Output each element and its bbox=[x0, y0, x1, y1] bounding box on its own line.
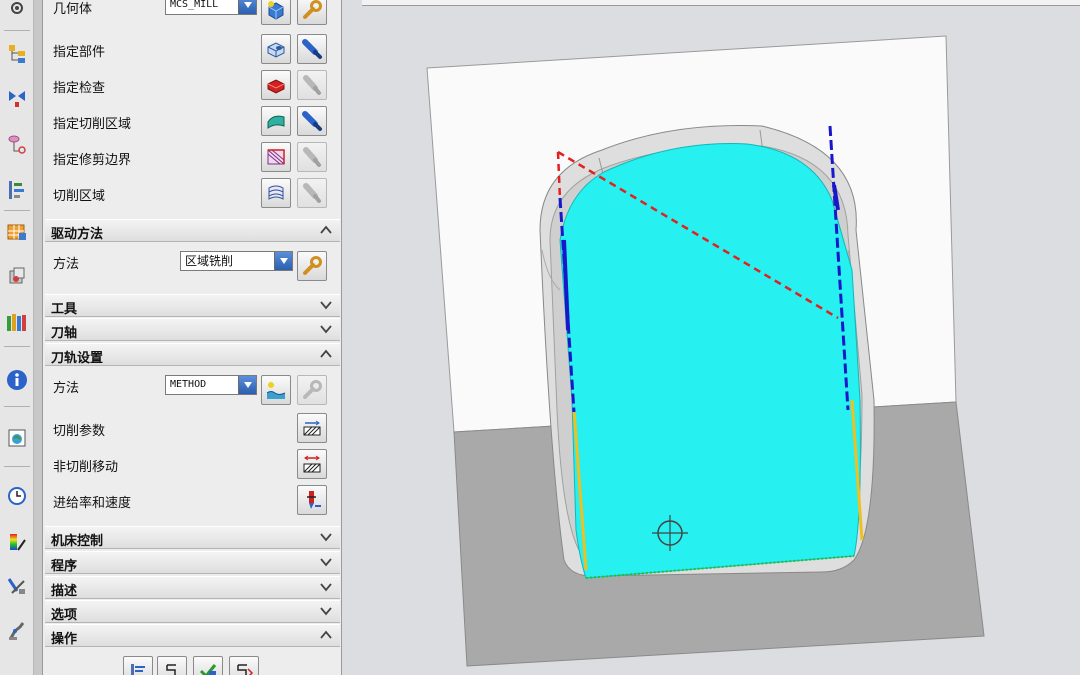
specify-check-button[interactable] bbox=[261, 70, 291, 100]
feeds-speeds-label: 进给率和速度 bbox=[53, 496, 132, 511]
chevron-down-icon bbox=[320, 325, 332, 334]
generate-button[interactable] bbox=[123, 656, 153, 675]
tool-axis-section-header[interactable]: 刀轴 bbox=[45, 318, 340, 341]
simulation-icon[interactable] bbox=[3, 572, 31, 600]
feeds-speeds-row: 进给率和速度 bbox=[43, 484, 341, 518]
edit-geometry-button[interactable] bbox=[297, 0, 327, 25]
display-check-button[interactable] bbox=[297, 70, 327, 100]
drive-method-row: 方法 区域铣削 bbox=[43, 246, 341, 288]
geometry-row: 几何体 MCS_MILL bbox=[43, 0, 341, 28]
display-part-button[interactable] bbox=[297, 34, 327, 64]
new-method-button[interactable] bbox=[261, 375, 291, 405]
new-geometry-button[interactable] bbox=[261, 0, 291, 25]
program-order-view-icon[interactable] bbox=[3, 40, 31, 68]
feeds-speeds-button[interactable] bbox=[297, 485, 327, 515]
edit-method-button[interactable] bbox=[297, 375, 327, 405]
tool-axis-section-title: 刀轴 bbox=[51, 326, 78, 341]
resource-bar bbox=[0, 0, 34, 675]
drive-method-title: 驱动方法 bbox=[51, 227, 104, 242]
specify-cut-area-row: 指定切削区域 bbox=[43, 105, 341, 139]
program-title: 程序 bbox=[51, 559, 78, 574]
geometry-select-value: MCS_MILL bbox=[170, 0, 219, 10]
chevron-down-icon bbox=[274, 252, 292, 270]
chevron-down-icon bbox=[320, 301, 332, 310]
specify-part-row: 指定部件 bbox=[43, 33, 341, 67]
toolpath-settings-title: 刀轨设置 bbox=[51, 351, 104, 366]
specify-cut-area-button[interactable] bbox=[261, 106, 291, 136]
display-trim-boundary-button[interactable] bbox=[297, 142, 327, 172]
specify-cut-area-label: 指定切削区域 bbox=[53, 117, 132, 132]
operation-dialog: 几何体 MCS_MILL 指定部件 指定检查 指定切削区域 指定修剪边界 切削区… bbox=[42, 0, 342, 675]
edit-drive-method-button[interactable] bbox=[297, 251, 327, 281]
drive-method-section-header[interactable]: 驱动方法 bbox=[45, 219, 340, 242]
library-icon[interactable] bbox=[3, 308, 31, 336]
toolpath-settings-section-header[interactable]: 刀轨设置 bbox=[45, 343, 340, 366]
chevron-down-icon bbox=[320, 583, 332, 592]
operation-title: 操作 bbox=[51, 632, 78, 647]
drive-method-label: 方法 bbox=[53, 257, 80, 272]
cut-region-surface bbox=[559, 143, 861, 579]
geometry-view-icon[interactable] bbox=[3, 130, 31, 158]
chevron-down-icon bbox=[320, 558, 332, 567]
replay-button[interactable] bbox=[157, 656, 187, 675]
tool-section-header[interactable]: 工具 bbox=[45, 294, 340, 317]
toolpath-method-select-value: METHOD bbox=[170, 379, 207, 390]
verify-button[interactable] bbox=[193, 656, 223, 675]
toolpath-method-select[interactable]: METHOD bbox=[165, 375, 257, 395]
specify-trim-boundary-row: 指定修剪边界 bbox=[43, 141, 341, 175]
cut-region-row: 切削区域 bbox=[43, 177, 341, 211]
operation-section-header[interactable]: 操作 bbox=[45, 624, 340, 647]
description-title: 描述 bbox=[51, 584, 78, 599]
description-section-header[interactable]: 描述 bbox=[45, 576, 340, 599]
gear-icon[interactable] bbox=[3, 0, 31, 22]
specify-trim-boundary-button[interactable] bbox=[261, 142, 291, 172]
drive-method-select-value: 区域铣削 bbox=[185, 254, 234, 268]
web-browser-icon[interactable] bbox=[3, 424, 31, 452]
non-cutting-moves-label: 非切削移动 bbox=[53, 460, 119, 475]
chevron-down-icon bbox=[320, 607, 332, 616]
options-title: 选项 bbox=[51, 608, 78, 623]
chevron-down-icon bbox=[238, 376, 256, 394]
toolpath-method-label: 方法 bbox=[53, 381, 80, 396]
drive-method-select[interactable]: 区域铣削 bbox=[180, 251, 293, 271]
specify-check-row: 指定检查 bbox=[43, 69, 341, 103]
machine-tool-view-icon[interactable] bbox=[3, 84, 31, 112]
robot-icon[interactable] bbox=[3, 616, 31, 644]
specify-trim-boundary-label: 指定修剪边界 bbox=[53, 153, 132, 168]
list-button[interactable] bbox=[229, 656, 259, 675]
geometry-select[interactable]: MCS_MILL bbox=[165, 0, 257, 15]
graphics-window[interactable] bbox=[342, 0, 1080, 675]
chevron-up-icon bbox=[320, 225, 332, 234]
history-icon[interactable] bbox=[3, 482, 31, 510]
chevron-down-icon bbox=[238, 0, 256, 14]
cut-region-button[interactable] bbox=[261, 178, 291, 208]
specify-part-button[interactable] bbox=[261, 34, 291, 64]
non-cutting-moves-row: 非切削移动 bbox=[43, 448, 341, 482]
specify-part-label: 指定部件 bbox=[53, 45, 106, 60]
geometry-label: 几何体 bbox=[53, 2, 93, 17]
part-navigator-icon[interactable] bbox=[3, 262, 31, 290]
machining-method-view-icon[interactable] bbox=[3, 176, 31, 204]
cut-region-label: 切削区域 bbox=[53, 189, 106, 204]
display-cut-area-button[interactable] bbox=[297, 106, 327, 136]
machine-control-section-header[interactable]: 机床控制 bbox=[45, 526, 340, 549]
non-cutting-moves-button[interactable] bbox=[297, 449, 327, 479]
chevron-up-icon bbox=[320, 630, 332, 639]
program-section-header[interactable]: 程序 bbox=[45, 551, 340, 574]
toolpath-method-row: 方法 METHOD bbox=[43, 370, 341, 410]
display-cut-region-button[interactable] bbox=[297, 178, 327, 208]
operation-navigator-icon[interactable] bbox=[3, 218, 31, 246]
machine-control-title: 机床控制 bbox=[51, 534, 104, 549]
cut-parameters-label: 切削参数 bbox=[53, 424, 106, 439]
info-icon[interactable] bbox=[3, 366, 31, 394]
chevron-up-icon bbox=[320, 349, 332, 358]
model-view[interactable] bbox=[342, 0, 1080, 675]
tool-section-title: 工具 bbox=[51, 302, 78, 317]
specify-check-label: 指定检查 bbox=[53, 81, 106, 96]
cut-parameters-row: 切削参数 bbox=[43, 412, 341, 446]
analysis-icon[interactable] bbox=[3, 528, 31, 556]
cut-parameters-button[interactable] bbox=[297, 413, 327, 443]
options-section-header[interactable]: 选项 bbox=[45, 600, 340, 623]
chevron-down-icon bbox=[320, 533, 332, 542]
